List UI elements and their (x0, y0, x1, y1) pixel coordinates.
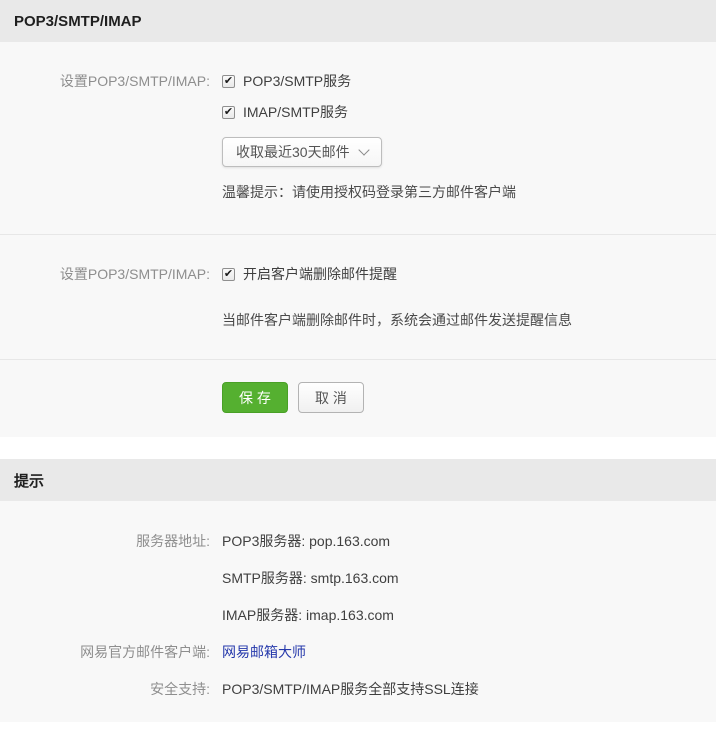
server-address-values: POP3服务器: pop.163.com SMTP服务器: smtp.163.c… (222, 534, 399, 623)
security-support-row: 安全支持: POP3/SMTP/IMAP服务全部支持SSL连接 (0, 682, 716, 697)
section-gap (0, 437, 716, 459)
imap-smtp-checkbox[interactable]: ✔ (222, 106, 235, 119)
service-settings-row: 设置POP3/SMTP/IMAP: ✔ POP3/SMTP服务 ✔ IMAP/S… (0, 42, 716, 234)
delete-notice-checkbox-label: 开启客户端删除邮件提醒 (243, 266, 397, 282)
delete-notice-settings-row: 设置POP3/SMTP/IMAP: ✔ 开启客户端删除邮件提醒 当邮件客户端删除… (0, 235, 716, 359)
delete-notice-description: 当邮件客户端删除邮件时，系统会通过邮件发送提醒信息 (222, 312, 572, 328)
pop3-smtp-service-checkbox-row[interactable]: ✔ POP3/SMTP服务 (222, 74, 516, 89)
imap-smtp-checkbox-label: IMAP/SMTP服务 (243, 104, 349, 120)
cancel-button[interactable]: 取 消 (298, 382, 364, 413)
official-client-row: 网易官方邮件客户端: 网易邮箱大师 (0, 645, 716, 660)
mail-master-link[interactable]: 网易邮箱大师 (222, 644, 306, 660)
mail-settings-page: POP3/SMTP/IMAP 设置POP3/SMTP/IMAP: ✔ POP3/… (0, 0, 716, 722)
security-support-value: POP3/SMTP/IMAP服务全部支持SSL连接 (222, 681, 479, 697)
smtp-server-value: SMTP服务器: smtp.163.com (222, 570, 399, 586)
delete-notice-settings-content: ✔ 开启客户端删除邮件提醒 当邮件客户端删除邮件时，系统会通过邮件发送提醒信息 (222, 267, 572, 328)
tips-section-header: 提示 (0, 459, 716, 501)
pop3-server-value: POP3服务器: pop.163.com (222, 533, 391, 549)
save-button[interactable]: 保 存 (222, 382, 288, 413)
section-title: POP3/SMTP/IMAP (14, 12, 142, 30)
imap-server-value: IMAP服务器: imap.163.com (222, 607, 394, 623)
delete-notice-checkbox-row[interactable]: ✔ 开启客户端删除邮件提醒 (222, 267, 572, 282)
pop3-smtp-imap-section-header: POP3/SMTP/IMAP (0, 0, 716, 42)
chevron-down-icon (357, 144, 370, 156)
fetch-range-dropdown[interactable]: 收取最近30天邮件 (222, 137, 382, 167)
checkmark-icon: ✔ (223, 267, 234, 280)
tips-section-body: 服务器地址: POP3服务器: pop.163.com SMTP服务器: smt… (0, 501, 716, 722)
service-settings-content: ✔ POP3/SMTP服务 ✔ IMAP/SMTP服务 收取最近30天邮件 温馨… (222, 74, 516, 200)
official-client-label: 网易官方邮件客户端: (80, 644, 210, 660)
fetch-range-dropdown-value: 收取最近30天邮件 (236, 144, 350, 160)
tips-title: 提示 (14, 472, 45, 490)
service-settings-label: 设置POP3/SMTP/IMAP: (59, 73, 210, 89)
delete-notice-checkbox[interactable]: ✔ (222, 268, 235, 281)
pop3-smtp-checkbox[interactable]: ✔ (222, 75, 235, 88)
auth-code-hint: 温馨提示：请使用授权码登录第三方邮件客户端 (222, 184, 516, 200)
checkmark-icon: ✔ (223, 105, 234, 118)
pop3-smtp-imap-section-body: 设置POP3/SMTP/IMAP: ✔ POP3/SMTP服务 ✔ IMAP/S… (0, 42, 716, 437)
imap-smtp-service-checkbox-row[interactable]: ✔ IMAP/SMTP服务 (222, 105, 516, 120)
checkmark-icon: ✔ (223, 74, 234, 87)
pop3-smtp-checkbox-label: POP3/SMTP服务 (243, 73, 352, 89)
server-address-label: 服务器地址: (136, 533, 210, 549)
form-actions: 保 存 取 消 (0, 360, 716, 437)
delete-notice-settings-label: 设置POP3/SMTP/IMAP: (59, 266, 210, 282)
security-support-label: 安全支持: (150, 681, 210, 697)
server-address-row: 服务器地址: POP3服务器: pop.163.com SMTP服务器: smt… (0, 534, 716, 623)
